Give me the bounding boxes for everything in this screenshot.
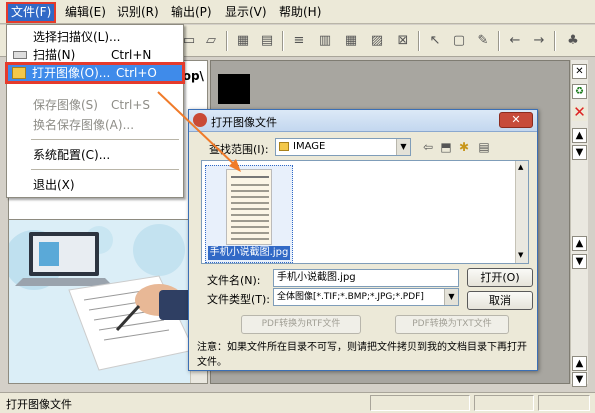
status-cell-3 [538, 395, 590, 411]
image-preview [226, 169, 272, 245]
menu-output[interactable]: 输出(P) [168, 4, 215, 21]
pen-icon[interactable]: ✎ [474, 32, 492, 50]
text-block-icon[interactable]: ≡ [290, 32, 308, 50]
layout-icon[interactable]: ▦ [234, 32, 252, 50]
status-cell-1 [370, 395, 470, 411]
close-button[interactable]: ✕ [499, 112, 533, 128]
pdf-to-txt-button[interactable]: PDF转换为TXT文件 [395, 315, 509, 334]
view-menu-icon[interactable]: ▤ [475, 138, 493, 156]
file-dropdown-menu: 选择扫描仪(L)... 扫描(N) Ctrl+N 打开图像(O)... Ctrl+O… [5, 24, 185, 198]
pdf-to-rtf-button[interactable]: PDF转换为RTF文件 [241, 315, 361, 334]
filename-label: 文件名(N): [207, 274, 261, 287]
look-in-label: 查找范围(I): [209, 143, 269, 156]
back-arrow-icon[interactable]: ← [506, 32, 524, 50]
open-image-dialog: 打开图像文件 ✕ 查找范围(I): IMAGE ▼ ⇦ ⬒ ✱ ▤ 手机小说截图… [188, 109, 538, 371]
menu-item-select-scanner[interactable]: 选择扫描仪(L)... [7, 27, 183, 47]
scroll-down-icon[interactable]: ▼ [572, 145, 587, 160]
file-list-scrollbar[interactable]: ▲ ▼ [515, 161, 528, 263]
up-folder-icon[interactable]: ⬒ [437, 138, 455, 156]
forward-arrow-icon[interactable]: → [530, 32, 548, 50]
scanner-small-icon [13, 51, 27, 59]
image-thumbnail-panel[interactable] [8, 219, 208, 384]
menu-help[interactable]: 帮助(H) [276, 4, 324, 21]
delete-x-icon[interactable]: ✕ [572, 105, 587, 121]
image-block-icon[interactable]: ▦ [342, 32, 360, 50]
filetype-label: 文件类型(T): [207, 293, 271, 306]
menu-separator [31, 139, 179, 140]
open-folder-icon [12, 67, 26, 79]
delete-block-icon[interactable]: ▨ [368, 32, 386, 50]
filetype-select[interactable]: 全体图像[*.TIF;*.BMP;*.JPG;*.PDF] ▼ [273, 288, 459, 306]
menu-recognize[interactable]: 识别(R) [114, 4, 162, 21]
clear-icon[interactable]: ⊠ [394, 32, 412, 50]
menu-bar: 文件(F) 编辑(E) 识别(R) 输出(P) 显示(V) 帮助(H) [0, 0, 595, 24]
back-icon[interactable]: ⇦ [419, 138, 437, 156]
menu-file[interactable]: 文件(F) [6, 2, 57, 23]
scroll-up-icon[interactable]: ▲ [572, 128, 587, 143]
dialog-title: 打开图像文件 [211, 116, 277, 129]
zoom-icon[interactable]: ▢ [450, 32, 468, 50]
file-name-label: 手机小说截图.jpg [208, 246, 290, 260]
chevron-down-icon: ▼ [396, 139, 410, 155]
look-in-combo[interactable]: IMAGE ▼ [275, 138, 411, 156]
scroll-down-icon-2[interactable]: ▼ [572, 254, 587, 269]
scroll-down-icon-3[interactable]: ▼ [572, 372, 587, 387]
app-icon [193, 113, 207, 127]
dialog-note: 注意：如果文件所在目录不可写，则请把文件拷贝到我的文档目录下再打开文件。 [197, 342, 527, 368]
split-icon[interactable]: ▤ [258, 32, 276, 50]
chevron-down-icon: ▼ [444, 289, 458, 305]
status-bar: 打开图像文件 [0, 392, 595, 413]
laptop-hand-picture [9, 220, 207, 383]
cancel-button[interactable]: 取消 [467, 291, 533, 310]
open-button[interactable]: 打开(O) [467, 268, 533, 287]
menu-item-save-as[interactable]: 换名保存图像(A)... [7, 115, 183, 135]
scroll-up-icon-2[interactable]: ▲ [572, 236, 587, 251]
folder-icon [279, 141, 289, 151]
menu-edit[interactable]: 编辑(E) [62, 4, 109, 21]
status-text: 打开图像文件 [6, 398, 72, 411]
scanner-icon[interactable]: ▱ [202, 32, 220, 50]
recognize-icon[interactable]: ♣ [564, 32, 582, 50]
menu-item-system-config[interactable]: 系统配置(C)... [7, 145, 183, 165]
image-preview-block [218, 74, 250, 104]
scroll-up-icon-3[interactable]: ▲ [572, 356, 587, 371]
status-cell-2 [474, 395, 534, 411]
pointer-icon[interactable]: ↖ [426, 32, 444, 50]
menu-item-open-image[interactable]: 打开图像(O)... Ctrl+O [5, 62, 185, 84]
file-thumbnail[interactable]: 手机小说截图.jpg [205, 165, 293, 263]
menu-item-save-image[interactable]: 保存图像(S) Ctrl+S [7, 95, 183, 115]
menu-item-exit[interactable]: 退出(X) [7, 175, 183, 195]
filename-input[interactable]: 手机小说截图.jpg [273, 269, 459, 287]
dialog-titlebar: 打开图像文件 ✕ [189, 110, 537, 132]
new-folder-icon[interactable]: ✱ [455, 138, 473, 156]
recycle-icon[interactable]: ♻ [572, 84, 587, 99]
table-icon[interactable]: ▥ [316, 32, 334, 50]
menu-view[interactable]: 显示(V) [222, 4, 270, 21]
menu-separator [31, 169, 179, 170]
close-icon[interactable]: ✕ [572, 64, 587, 79]
